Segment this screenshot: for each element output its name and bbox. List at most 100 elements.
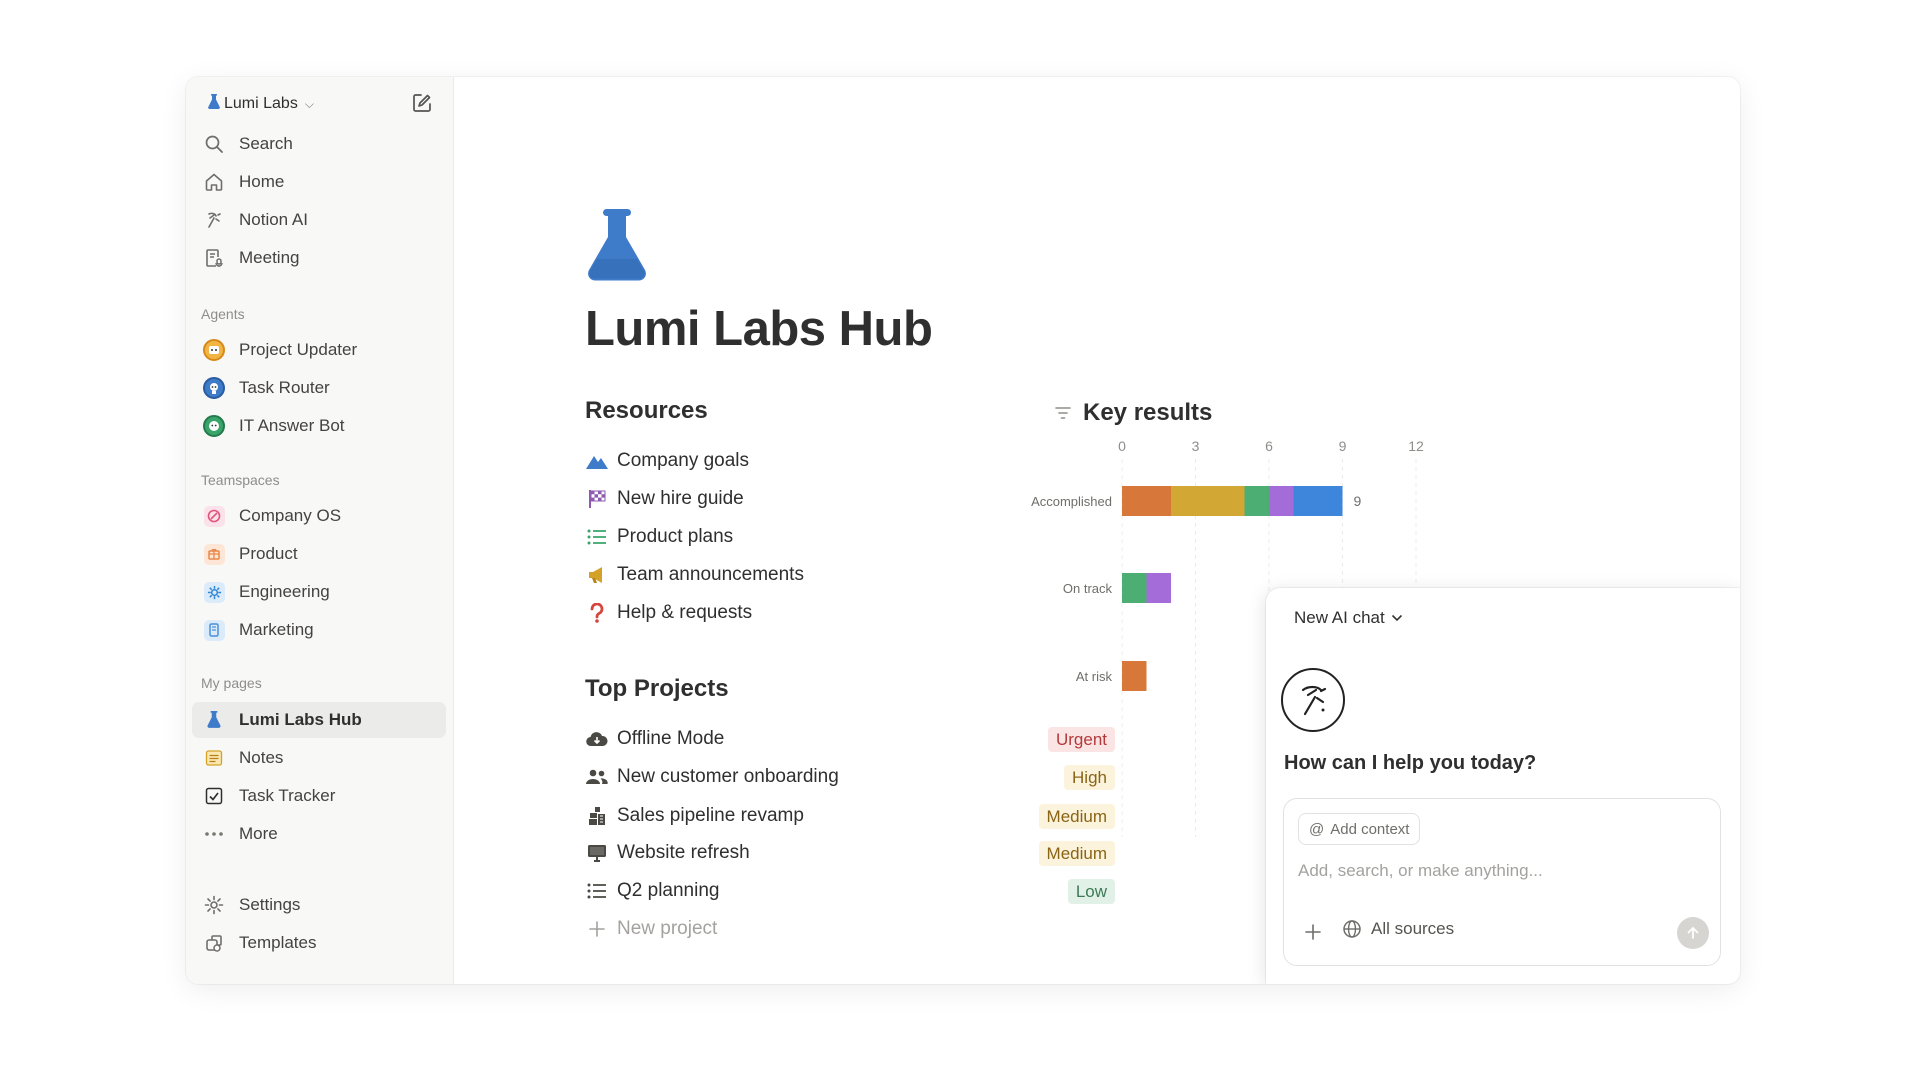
sidebar-item-label: Home — [239, 172, 285, 191]
sidebar-item-search[interactable]: Search — [192, 126, 446, 162]
resource-product-plans[interactable]: Product plans — [585, 522, 733, 552]
people-icon — [585, 765, 609, 789]
add-context-label: Add context — [1330, 820, 1410, 838]
mountain-icon — [585, 449, 609, 473]
new-project-button[interactable]: New project — [585, 914, 1115, 944]
cloud-icon — [585, 727, 609, 751]
sidebar-item-label: IT Answer Bot — [239, 416, 345, 435]
ai-chat-panel: New AI chat How can I help you today? @ … — [1266, 588, 1740, 984]
sidebar-item-project-updater[interactable]: Project Updater — [192, 332, 446, 368]
chevron-down-icon: ⌵ — [304, 96, 314, 111]
resource-help-requests[interactable]: Help & requests — [585, 598, 752, 628]
project-label: Website refresh — [617, 842, 750, 863]
sidebar-item-label: Task Tracker — [239, 786, 336, 805]
templates-icon — [202, 931, 226, 955]
bar-total-label: 9 — [1354, 493, 1362, 509]
sidebar-item-home[interactable]: Home — [192, 164, 446, 200]
send-button[interactable] — [1677, 917, 1709, 949]
resource-label: Product plans — [617, 526, 734, 547]
meeting-icon — [202, 246, 226, 270]
marketing-icon — [202, 618, 226, 642]
sources-selector[interactable]: All sources — [1342, 919, 1454, 939]
project-row-q2-planning[interactable]: Q2 planning Low — [585, 876, 1115, 906]
chat-title: New AI chat — [1294, 608, 1385, 627]
bar-segment — [1293, 486, 1343, 516]
add-context-button[interactable]: @ Add context — [1298, 813, 1421, 845]
bar-segment — [1122, 573, 1147, 603]
x-tick-label: 9 — [1339, 438, 1347, 454]
compose-icon — [413, 94, 431, 112]
sidebar-item-marketing[interactable]: Marketing — [192, 612, 446, 648]
chat-greeting: How can I help you today? — [1284, 752, 1537, 774]
key-results-header[interactable]: Key results — [1055, 399, 1212, 427]
notion-ai-icon — [202, 208, 226, 232]
teamspaces-section-label: Teamspaces — [201, 472, 280, 488]
workspace-switcher[interactable]: Lumi Labs ⌵ — [208, 92, 314, 116]
chat-composer: @ Add context All sources — [1283, 798, 1721, 966]
resource-label: Help & requests — [617, 602, 753, 623]
sidebar-item-company-os[interactable]: Company OS — [192, 498, 446, 534]
sidebar-item-templates[interactable]: Templates — [192, 925, 446, 961]
notes-icon — [202, 746, 226, 770]
sidebar-item-label: Project Updater — [239, 340, 358, 359]
home-icon — [202, 170, 226, 194]
sidebar-item-engineering[interactable]: Engineering — [192, 574, 446, 610]
workspace-name: Lumi Labs — [224, 95, 298, 112]
it-answer-bot-avatar — [202, 414, 226, 438]
sidebar: Lumi Labs ⌵ Search Home Notion AI Meetin… — [186, 77, 454, 984]
chat-input[interactable] — [1298, 861, 1698, 881]
sidebar-item-it-answer-bot[interactable]: IT Answer Bot — [192, 408, 446, 444]
page-title[interactable]: Lumi Labs Hub — [585, 301, 933, 357]
attach-button[interactable] — [1302, 921, 1324, 943]
filter-icon — [1055, 407, 1071, 419]
sidebar-item-task-router[interactable]: Task Router — [192, 370, 446, 406]
sidebar-item-label: Engineering — [239, 582, 330, 601]
sidebar-item-product[interactable]: Product — [192, 536, 446, 572]
bar-segment — [1171, 486, 1245, 516]
gear-icon — [202, 893, 226, 917]
sidebar-item-more[interactable]: More — [192, 816, 446, 852]
sidebar-item-lumi-labs-hub[interactable]: Lumi Labs Hub — [192, 702, 446, 738]
resource-team-announcements[interactable]: Team announcements — [585, 560, 804, 590]
pipeline-icon — [585, 804, 609, 828]
priority-badge[interactable]: Low — [1067, 879, 1115, 904]
flask-icon — [208, 93, 220, 115]
sidebar-item-label: Marketing — [239, 620, 314, 639]
chat-title-dropdown[interactable]: New AI chat — [1294, 608, 1403, 628]
flask-icon[interactable] — [585, 207, 649, 283]
sidebar-item-label: Meeting — [239, 248, 300, 267]
at-icon: @ — [1309, 820, 1325, 838]
task-router-avatar — [202, 376, 226, 400]
resource-new-hire-guide[interactable]: New hire guide — [585, 484, 744, 514]
sidebar-item-meeting[interactable]: Meeting — [192, 240, 446, 276]
company-os-icon — [202, 504, 226, 528]
x-tick-label: 6 — [1265, 438, 1273, 454]
sidebar-item-notes[interactable]: Notes — [192, 740, 446, 776]
sidebar-item-label: Product — [239, 544, 298, 563]
resource-label: Company goals — [617, 450, 750, 471]
checkbox-icon — [202, 784, 226, 808]
x-tick-label: 0 — [1118, 438, 1126, 454]
sidebar-item-label: Company OS — [239, 506, 342, 525]
list-icon — [585, 525, 609, 549]
sidebar-item-label: Notion AI — [239, 210, 308, 229]
plus-icon — [1305, 924, 1321, 940]
bar-segment — [1122, 486, 1171, 516]
resources-heading: Resources — [585, 397, 708, 424]
sidebar-item-settings[interactable]: Settings — [192, 887, 446, 923]
y-category-label: At risk — [1076, 669, 1113, 684]
project-row-website-refresh[interactable]: Website refresh Medium — [585, 838, 1115, 868]
priority-badge[interactable]: Medium — [1038, 841, 1115, 866]
sidebar-item-task-tracker[interactable]: Task Tracker — [192, 778, 446, 814]
key-results-title: Key results — [1083, 399, 1213, 426]
new-page-button[interactable] — [408, 89, 436, 117]
monitor-icon — [585, 841, 609, 865]
project-updater-avatar — [202, 338, 226, 362]
sidebar-item-notion-ai[interactable]: Notion AI — [192, 202, 446, 238]
my-pages-section-label: My pages — [201, 675, 262, 691]
megaphone-icon — [585, 563, 609, 587]
resource-company-goals[interactable]: Company goals — [585, 446, 749, 476]
bar-segment — [1244, 486, 1269, 516]
projects-heading: Top Projects — [585, 675, 729, 702]
sidebar-item-label: Lumi Labs Hub — [239, 710, 362, 729]
